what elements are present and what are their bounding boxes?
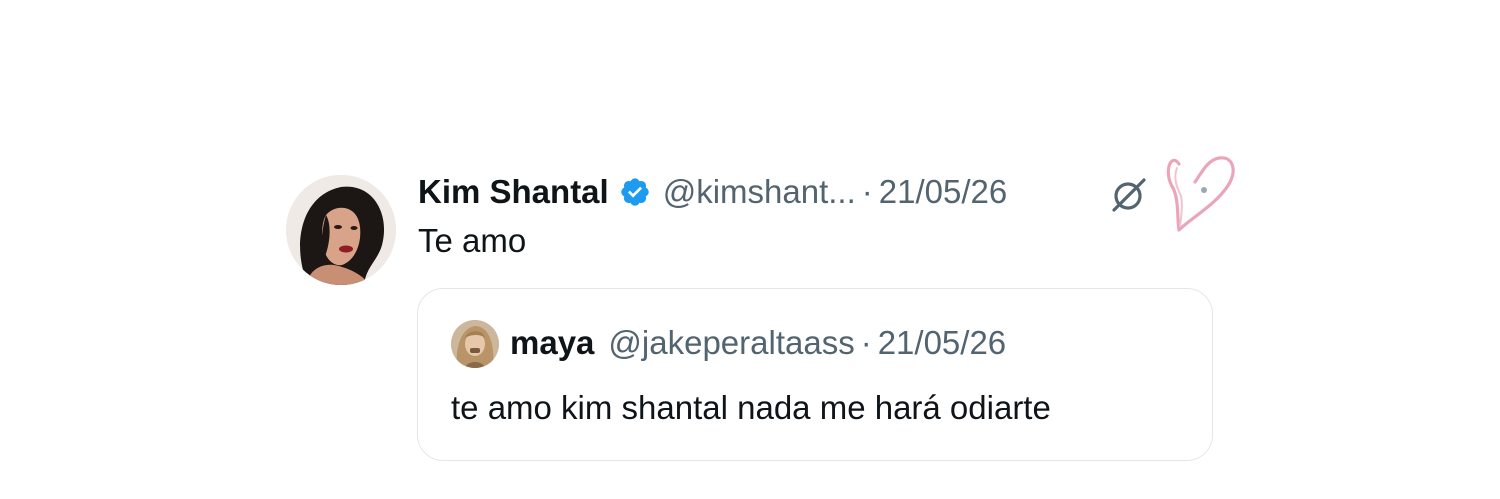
tweet-header: Kim Shantal @kimshant... · 21/05/26	[418, 168, 1007, 216]
hand-drawn-heart-icon[interactable]	[1165, 148, 1241, 238]
author-name[interactable]: Kim Shantal	[418, 173, 609, 211]
quoted-tweet-date[interactable]: 21/05/26	[878, 324, 1006, 362]
tweet: Kim Shantal @kimshant... · 21/05/26 Te a…	[0, 0, 1500, 499]
quoted-tweet-card[interactable]: maya @jakeperaltaass · 21/05/26 te amo k…	[417, 288, 1213, 461]
tweet-date[interactable]: 21/05/26	[879, 173, 1007, 211]
quoted-author-name[interactable]: maya	[510, 324, 594, 362]
verified-badge-icon	[619, 176, 651, 208]
separator-dot: ·	[861, 173, 873, 210]
quoted-tweet-header: maya @jakeperaltaass · 21/05/26	[510, 321, 1006, 365]
quoted-separator-dot: ·	[860, 324, 872, 361]
author-handle[interactable]: @kimshant...	[663, 173, 856, 211]
author-avatar[interactable]	[286, 175, 396, 285]
quoted-author-avatar[interactable]	[451, 320, 499, 368]
quoted-author-handle[interactable]: @jakeperaltaass	[608, 324, 854, 362]
mute-circle-slash-icon[interactable]	[1106, 172, 1152, 218]
quoted-tweet-text: te amo kim shantal nada me hará odiarte	[451, 389, 1051, 426]
tweet-text: Te amo	[418, 222, 527, 259]
